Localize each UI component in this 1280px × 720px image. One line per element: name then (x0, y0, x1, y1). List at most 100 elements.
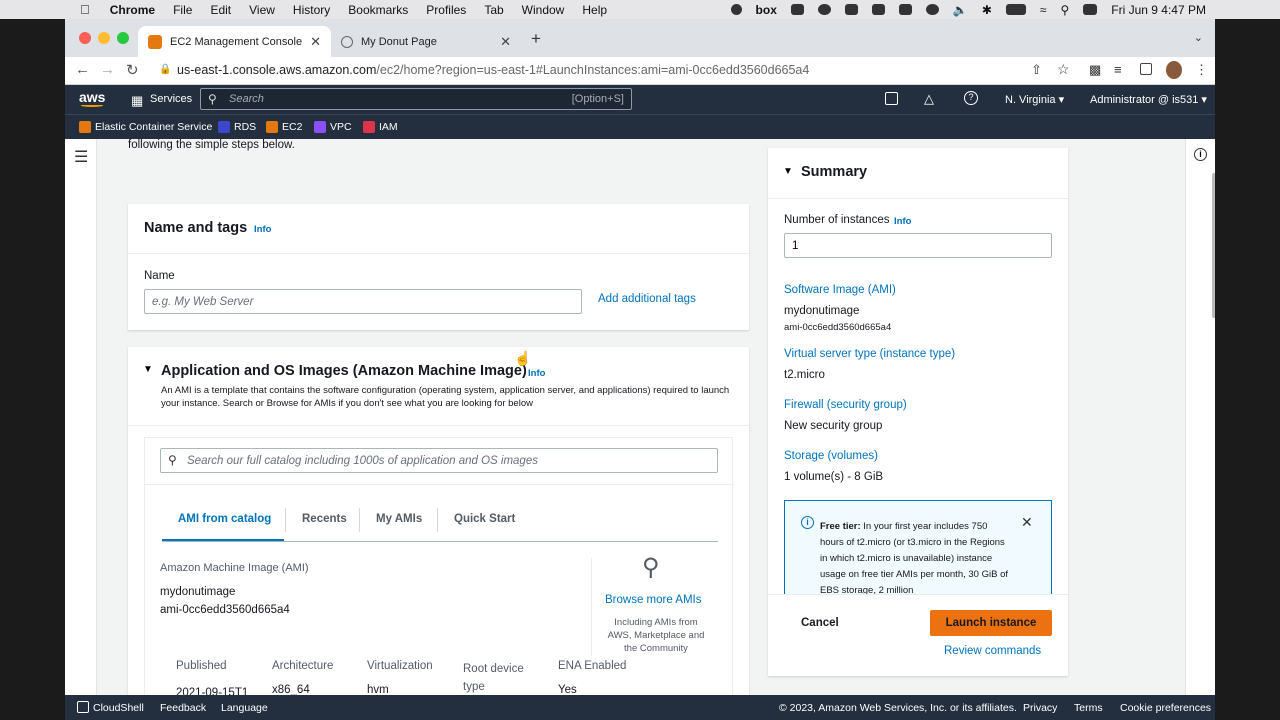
close-window-icon[interactable] (79, 32, 91, 44)
favorite-ecs[interactable]: Elastic Container Service (79, 121, 212, 133)
favorite-vpc[interactable]: VPC (314, 121, 352, 133)
menu-history[interactable]: History (293, 3, 330, 17)
profile-avatar[interactable] (1166, 61, 1182, 79)
software-id: ami-0cc6edd3560d665a4 (784, 322, 892, 333)
clock[interactable]: Fri Jun 9 4:47 PM (1111, 3, 1206, 17)
privacy-link[interactable]: Privacy (1023, 702, 1057, 714)
control-center-icon[interactable] (1083, 4, 1098, 15)
tab-ec2-console[interactable]: EC2 Management Console ✕ (138, 26, 331, 57)
zoom-window-icon[interactable] (117, 32, 129, 44)
collapse-caret-icon[interactable]: ▼ (143, 364, 153, 375)
share-icon[interactable]: ⇧ (1031, 62, 1042, 78)
bookmark-star-icon[interactable]: ☆ (1057, 61, 1070, 78)
services-menu[interactable]: Services (150, 93, 192, 105)
name-input[interactable]: e.g. My Web Server (144, 289, 582, 314)
display-icon[interactable] (898, 4, 912, 15)
ami-search-input[interactable]: ⚲ Search our full catalog including 1000… (160, 448, 718, 473)
cookie-preferences-link[interactable]: Cookie preferences (1120, 702, 1211, 714)
info-link[interactable]: Info (528, 368, 545, 379)
s-app-icon[interactable] (844, 4, 858, 15)
terms-link[interactable]: Terms (1074, 702, 1103, 714)
cloudshell-link[interactable]: CloudShell (93, 702, 144, 714)
lock-icon[interactable]: 🔒 (159, 64, 171, 75)
ecs-icon (79, 121, 91, 133)
close-tab-icon[interactable]: ✕ (500, 34, 511, 50)
name-label: Name (144, 270, 175, 282)
url-field[interactable]: us-east-1.console.aws.amazon.com/ec2/hom… (177, 63, 809, 77)
menu-profiles[interactable]: Profiles (426, 3, 466, 17)
account-menu[interactable]: Administrator @ is531 ▾ (1090, 93, 1207, 106)
reload-icon[interactable]: ↻ (126, 61, 139, 79)
favorite-label: VPC (330, 121, 352, 133)
play-icon[interactable] (925, 4, 939, 15)
cancel-button[interactable]: Cancel (801, 617, 839, 629)
record-icon[interactable] (730, 4, 742, 15)
media-icon[interactable]: ≡ (1114, 62, 1122, 77)
extensions-icon[interactable]: ▩ (1089, 62, 1101, 78)
menu-help[interactable]: Help (582, 3, 607, 17)
instances-input[interactable]: 1 (784, 233, 1052, 258)
cloudshell-icon[interactable] (885, 92, 898, 105)
magnifier-icon[interactable]: ⚲ (642, 556, 660, 580)
app-menu[interactable]: Chrome (110, 3, 155, 17)
dropbox-icon[interactable] (871, 4, 885, 15)
favorite-iam[interactable]: IAM (363, 121, 398, 133)
box-icon[interactable]: box (756, 3, 777, 17)
bluetooth-icon[interactable]: ✱ (982, 3, 992, 17)
battery-icon[interactable] (1005, 4, 1026, 15)
tab-quick-start[interactable]: Quick Start (454, 513, 515, 525)
apple-icon[interactable]:  (80, 2, 90, 17)
language-link[interactable]: Language (221, 702, 268, 714)
tab-donut-page[interactable]: My Donut Page ✕ (331, 26, 521, 57)
menu-file[interactable]: File (173, 3, 192, 17)
tab-my-amis[interactable]: My AMIs (376, 513, 422, 525)
collapse-caret-icon[interactable]: ▼ (783, 166, 793, 177)
hamburger-menu-icon[interactable]: ☰ (74, 147, 88, 167)
tab-ami-catalog[interactable]: AMI from catalog (178, 513, 271, 525)
close-alert-icon[interactable]: ✕ (1021, 514, 1033, 531)
aws-search-input[interactable]: ⚲ Search [Option+S] (200, 88, 632, 110)
instance-type-link[interactable]: Virtual server type (instance type) (784, 348, 955, 360)
close-tab-icon[interactable]: ✕ (310, 34, 321, 50)
info-link[interactable]: Info (254, 224, 271, 235)
menu-view[interactable]: View (249, 3, 275, 17)
firewall-link[interactable]: Firewall (security group) (784, 399, 907, 411)
add-tags-link[interactable]: Add additional tags (598, 293, 696, 305)
menu-tab[interactable]: Tab (484, 3, 503, 17)
new-tab-icon[interactable]: + (531, 29, 541, 49)
menu-bookmarks[interactable]: Bookmarks (348, 3, 408, 17)
scrollbar-thumb[interactable] (1212, 173, 1215, 318)
sidepanel-icon[interactable] (1140, 63, 1152, 75)
notifications-bell-icon[interactable]: △ (924, 91, 934, 107)
launch-instance-button[interactable]: Launch instance (930, 610, 1052, 636)
spotlight-icon[interactable]: ⚲ (1060, 3, 1069, 17)
favorite-ec2[interactable]: EC2 (266, 121, 302, 133)
menu-edit[interactable]: Edit (210, 3, 231, 17)
tab-recents[interactable]: Recents (302, 513, 347, 525)
back-icon[interactable]: ← (75, 61, 90, 78)
audio-icon[interactable] (790, 4, 804, 15)
region-selector[interactable]: N. Virginia ▾ (1005, 93, 1064, 106)
storage-link[interactable]: Storage (volumes) (784, 450, 878, 462)
info-link[interactable]: Info (894, 216, 911, 227)
menu-window[interactable]: Window (522, 3, 565, 17)
browse-amis-link[interactable]: Browse more AMIs (605, 594, 702, 606)
help-icon[interactable]: ? (964, 91, 978, 105)
chrome-menu-icon[interactable]: ⋮ (1195, 62, 1208, 78)
cloudshell-icon[interactable] (77, 701, 89, 713)
services-grid-icon[interactable]: ▦ (131, 93, 143, 109)
globe-icon[interactable] (817, 4, 831, 15)
minimize-window-icon[interactable] (98, 32, 110, 44)
url-host: us-east-1.console.aws.amazon.com (177, 63, 377, 77)
tab-search-chevron-icon[interactable]: ⌄ (1194, 31, 1203, 44)
wifi-icon[interactable]: ≈ (1040, 3, 1047, 17)
info-panel-icon[interactable]: i (1194, 148, 1207, 161)
forward-icon[interactable]: → (100, 61, 115, 78)
software-image-link[interactable]: Software Image (AMI) (784, 284, 896, 296)
review-commands-link[interactable]: Review commands (944, 645, 1041, 657)
tab-divider (359, 508, 360, 532)
volume-icon[interactable]: 🔈 (953, 3, 968, 17)
feedback-link[interactable]: Feedback (160, 702, 206, 714)
favorite-rds[interactable]: RDS (218, 121, 256, 133)
aws-logo[interactable]: aws (79, 89, 105, 105)
